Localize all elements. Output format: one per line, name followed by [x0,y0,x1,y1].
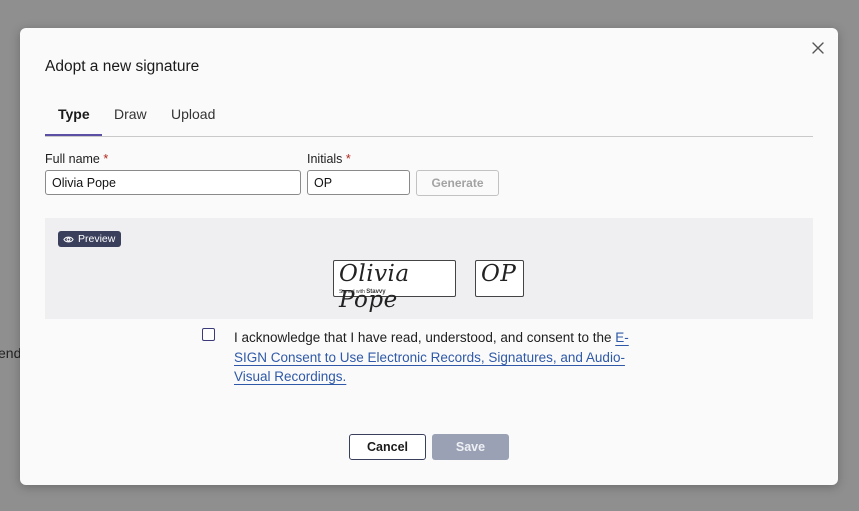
initials-text: OP [481,261,517,287]
full-name-label: Full name * [45,152,108,166]
full-name-label-text: Full name [45,152,100,166]
eye-icon [63,236,74,242]
initials-label-text: Initials [307,152,343,166]
close-icon[interactable] [810,40,826,56]
initials-input[interactable] [307,170,410,195]
active-tab-indicator [45,134,102,136]
background-text: end [0,345,22,361]
adopt-signature-dialog: Adopt a new signature Type Draw Upload F… [20,28,838,485]
signature-preview: Olivia Pope Signed with Stavvy [333,260,456,313]
cancel-button[interactable]: Cancel [349,434,426,460]
signed-with-label: Signed with Stavvy [339,289,386,295]
tab-upload[interactable]: Upload [171,106,215,122]
consent-statement: I acknowledge that I have read, understo… [234,330,616,345]
tab-draw[interactable]: Draw [114,106,147,122]
tab-type[interactable]: Type [58,106,90,122]
signature-preview-panel: Preview Olivia Pope Signed with Stavvy O… [45,218,813,319]
dialog-title: Adopt a new signature [45,58,200,75]
consent-checkbox[interactable] [202,328,215,341]
required-mark: * [103,152,109,166]
tab-bar: Type Draw Upload [45,100,813,137]
consent-text: I acknowledge that I have read, understo… [234,328,634,387]
generate-button[interactable]: Generate [416,170,499,196]
signed-with-prefix: Signed with [339,289,365,295]
initials-label: Initials * [307,152,351,166]
initials-preview: OP [475,260,524,297]
preview-badge-label: Preview [78,233,116,245]
preview-badge: Preview [58,231,122,247]
full-name-input[interactable] [45,170,301,195]
signature-text: Olivia Pope [339,261,410,313]
required-mark: * [345,152,351,166]
save-button[interactable]: Save [432,434,509,460]
signed-with-brand: Stavvy [366,289,386,295]
